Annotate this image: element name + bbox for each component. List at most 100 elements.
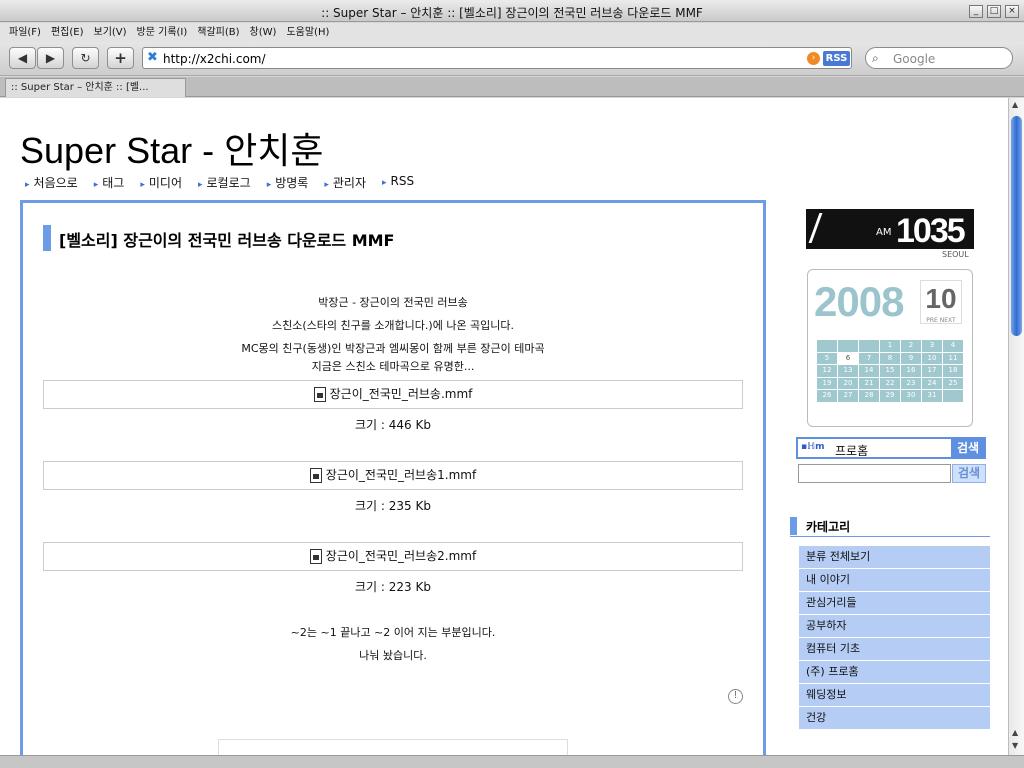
scrollbar-thumb[interactable] <box>1011 116 1022 336</box>
info-icon[interactable]: ! <box>728 689 743 704</box>
blog-title[interactable]: Super Star - 안치훈 <box>20 122 323 174</box>
maximize-button[interactable]: □ <box>987 5 1001 18</box>
minimize-button[interactable]: _ <box>969 5 983 18</box>
menu-view[interactable]: 보기(V) <box>89 23 132 42</box>
calendar-day[interactable]: 28 <box>859 390 879 402</box>
search-icon[interactable]: ⌕ <box>872 51 879 66</box>
calendar-day[interactable]: 13 <box>838 365 858 377</box>
post-outro-line: ~2는 ~1 끝나고 ~2 이어 지는 부분입니다. <box>290 626 496 639</box>
category-item[interactable]: 분류 전체보기 <box>799 546 990 569</box>
calendar-day[interactable]: 2 <box>901 340 921 352</box>
calendar-day[interactable]: 30 <box>901 390 921 402</box>
calendar-day[interactable]: 14 <box>859 365 879 377</box>
calendar-day[interactable]: 1 <box>880 340 900 352</box>
rss-button[interactable]: RSS <box>823 51 850 66</box>
category-item[interactable]: (주) 프로홈 <box>799 661 990 684</box>
calendar-day[interactable]: 21 <box>859 377 879 389</box>
feed-icon[interactable]: › <box>807 52 820 65</box>
close-button[interactable]: × <box>1005 5 1019 18</box>
calendar-day[interactable]: 3 <box>922 340 942 352</box>
scroll-up-icon[interactable]: ▲ <box>1012 100 1018 109</box>
clock-hand-icon <box>808 213 840 243</box>
nav-tag[interactable]: 태그 <box>94 174 124 191</box>
window-titlebar: :: Super Star – 안치훈 :: [벨소리] 장근이의 전국민 러브… <box>0 0 1024 22</box>
nav-home[interactable]: 처음으로 <box>25 174 78 191</box>
calendar-day[interactable]: 5 <box>817 352 837 364</box>
menu-help[interactable]: 도움말(H) <box>281 23 334 42</box>
page-viewport: Super Star - 안치훈 처음으로 태그 미디어 로컬로그 방명록 관리… <box>0 98 1008 755</box>
category-item[interactable]: 내 이야기 <box>799 569 990 592</box>
prohome-search-input[interactable]: 프로홈 <box>835 442 868 459</box>
clock-city: SEOUL <box>942 250 969 259</box>
calendar-day[interactable]: 19 <box>817 377 837 389</box>
calendar-day[interactable]: 24 <box>922 377 942 389</box>
tab-super-star[interactable]: :: Super Star – 안치훈 :: [벨... <box>5 78 186 97</box>
calendar-day[interactable]: 7 <box>859 352 879 364</box>
category-item[interactable]: 관심거리들 <box>799 592 990 615</box>
reload-icon: ↻ <box>80 51 91 65</box>
calendar-day[interactable]: 12 <box>817 365 837 377</box>
calendar-day[interactable]: 18 <box>943 365 963 377</box>
calendar-day[interactable]: 10 <box>922 352 942 364</box>
prohome-search-button[interactable]: 검색 <box>951 439 985 457</box>
clock-time: 1035 <box>896 212 966 250</box>
attachment-name[interactable]: 장근이_전국민_러브송2.mmf <box>326 549 476 563</box>
nav-locallog[interactable]: 로컬로그 <box>198 174 251 191</box>
calendar-day[interactable]: 9 <box>901 352 921 364</box>
reload-button[interactable]: ↻ <box>72 47 99 69</box>
address-bar[interactable]: ✖ http://x2chi.com/ › RSS <box>142 47 852 69</box>
menu-history[interactable]: 방문 기록(I) <box>132 23 193 42</box>
vertical-scrollbar[interactable]: ▲ ▲ ▼ <box>1008 98 1024 755</box>
nav-guestbook[interactable]: 방명록 <box>267 174 308 191</box>
calendar-day[interactable]: 8 <box>880 352 900 364</box>
calendar-day[interactable]: 6 <box>838 352 858 364</box>
calendar-day[interactable]: 27 <box>838 390 858 402</box>
calendar-day[interactable]: 20 <box>838 377 858 389</box>
menu-window[interactable]: 창(W) <box>245 23 282 42</box>
calendar-day[interactable]: 31 <box>922 390 942 402</box>
attachment-link[interactable]: 장근이_전국민_러브송.mmf <box>43 380 743 409</box>
menu-file[interactable]: 파일(F) <box>4 23 46 42</box>
prohome-logo-icon: ▪ℍm <box>801 442 825 452</box>
calendar-prev-button[interactable]: PRE <box>926 317 938 324</box>
menu-edit[interactable]: 편집(E) <box>46 23 89 42</box>
web-search-box[interactable]: ⌕ Google <box>865 47 1013 69</box>
menu-bookmarks[interactable]: 책갈피(B) <box>192 23 244 42</box>
calendar-day[interactable]: 4 <box>943 340 963 352</box>
blog-nav: 처음으로 태그 미디어 로컬로그 방명록 관리자 RSS <box>25 174 430 191</box>
nav-media[interactable]: 미디어 <box>140 174 182 191</box>
attachment-size: 크기 : 223 Kb <box>355 580 431 594</box>
post-title[interactable]: [벨소리] 장근이의 전국민 러브송 다운로드 MMF <box>59 227 395 251</box>
category-item[interactable]: 공부하자 <box>799 615 990 638</box>
blog-search-button[interactable]: 검색 <box>952 464 986 483</box>
calendar-day[interactable]: 29 <box>880 390 900 402</box>
status-bar <box>0 755 1024 768</box>
new-tab-button[interactable]: + <box>107 47 134 69</box>
attachment-link[interactable]: 장근이_전국민_러브송1.mmf <box>43 461 743 490</box>
category-item[interactable]: 웨딩정보 <box>799 684 990 707</box>
attachment-name[interactable]: 장근이_전국민_러브송.mmf <box>330 387 473 401</box>
calendar-day[interactable]: 11 <box>943 352 963 364</box>
calendar-next-button[interactable]: NEXT <box>940 317 956 324</box>
url-input[interactable]: http://x2chi.com/ <box>163 52 266 66</box>
category-item[interactable]: 컴퓨터 기초 <box>799 638 990 661</box>
calendar-day[interactable]: 26 <box>817 390 837 402</box>
attachment-name[interactable]: 장근이_전국민_러브송1.mmf <box>326 468 476 482</box>
category-item[interactable]: 건강 <box>799 707 990 730</box>
calendar-day[interactable]: 16 <box>901 365 921 377</box>
scroll-down-icon[interactable]: ▼ <box>1012 741 1018 750</box>
calendar-day[interactable]: 25 <box>943 377 963 389</box>
attachment-link[interactable]: 장근이_전국민_러브송2.mmf <box>43 542 743 571</box>
scroll-up-icon[interactable]: ▲ <box>1012 728 1018 737</box>
back-button[interactable]: ◀ <box>9 47 36 69</box>
embed-box <box>218 739 568 755</box>
calendar-day[interactable]: 22 <box>880 377 900 389</box>
calendar-day[interactable]: 23 <box>901 377 921 389</box>
blog-search-input[interactable] <box>798 464 951 483</box>
nav-admin[interactable]: 관리자 <box>324 174 366 191</box>
nav-rss[interactable]: RSS <box>382 174 415 191</box>
calendar-day[interactable]: 17 <box>922 365 942 377</box>
forward-button[interactable]: ▶ <box>37 47 64 69</box>
calendar-day[interactable]: 15 <box>880 365 900 377</box>
window-title: :: Super Star – 안치훈 :: [벨소리] 장근이의 전국민 러브… <box>321 6 703 20</box>
